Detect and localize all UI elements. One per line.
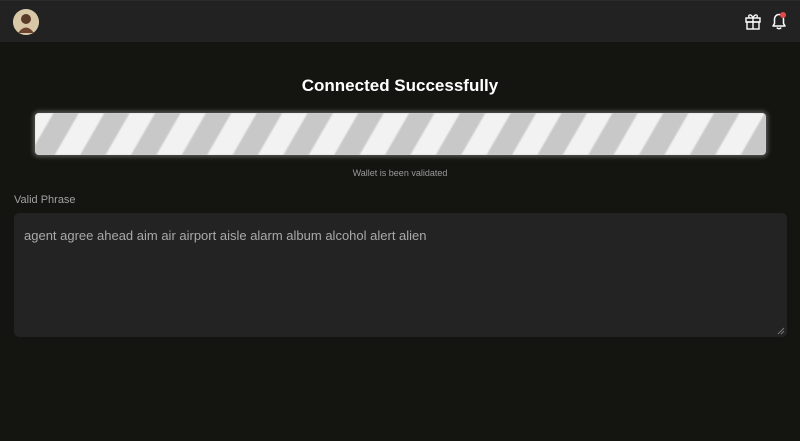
resize-handle-icon[interactable]	[777, 327, 785, 335]
user-avatar[interactable]	[13, 9, 39, 35]
phrase-label: Valid Phrase	[14, 194, 76, 206]
avatar-icon	[13, 9, 39, 35]
phrase-text: agent agree ahead aim air airport aisle …	[24, 228, 427, 243]
validation-progress-bar	[35, 113, 766, 155]
phrase-textarea[interactable]: agent agree ahead aim air airport aisle …	[14, 213, 787, 337]
status-text: Wallet is been validated	[352, 168, 448, 178]
notification-badge	[780, 12, 786, 18]
page-title: Connected Successfully	[301, 76, 499, 95]
progress-fill	[35, 113, 766, 155]
gift-icon[interactable]	[744, 12, 762, 30]
top-bar	[0, 0, 800, 42]
bell-icon[interactable]	[769, 11, 789, 31]
